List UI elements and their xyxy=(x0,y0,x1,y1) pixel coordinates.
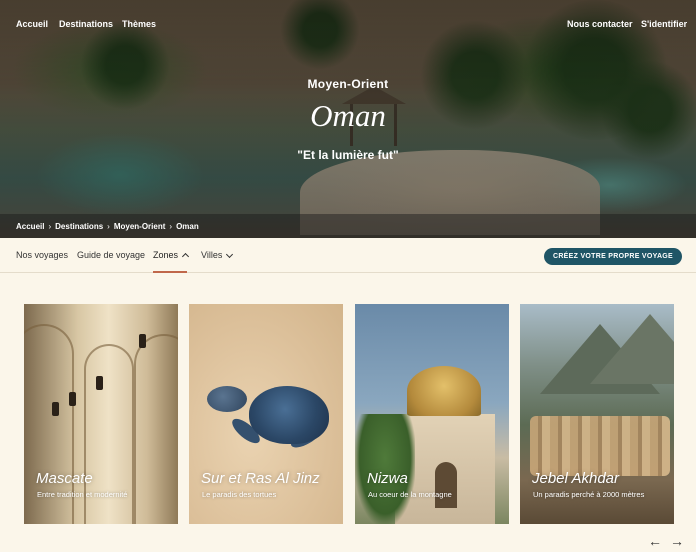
tab-guide-de-voyage[interactable]: Guide de voyage xyxy=(77,250,145,260)
tab-villes-label: Villes xyxy=(201,250,223,260)
breadcrumb: Accueil › Destinations › Moyen-Orient › … xyxy=(0,214,696,238)
card-title: Sur et Ras Al Jinz xyxy=(201,470,320,487)
chevron-right-icon: › xyxy=(107,221,110,231)
chevron-right-icon: › xyxy=(169,221,173,231)
page-title: Oman xyxy=(310,98,386,133)
chevron-right-icon: › xyxy=(48,221,52,231)
chevron-down-icon xyxy=(226,250,234,258)
active-tab-indicator xyxy=(153,271,187,273)
card-title: Jebel Akhdar xyxy=(532,470,619,487)
breadcrumb-oman: Oman xyxy=(176,221,199,231)
tab-zones[interactable]: Zones xyxy=(153,250,190,261)
card-subtitle: Le paradis des tortues xyxy=(202,490,277,499)
nav-destinations[interactable]: Destinations xyxy=(59,19,113,29)
arrow-right-icon[interactable]: → xyxy=(670,534,684,548)
breadcrumb-destinations[interactable]: Destinations xyxy=(55,222,103,231)
card-title: Nizwa xyxy=(367,470,408,487)
nav-contact[interactable]: Nous contacter xyxy=(567,19,633,29)
hero-region: Moyen-Orient xyxy=(307,77,389,91)
nav-themes[interactable]: Thèmes xyxy=(122,19,156,29)
tab-nos-voyages[interactable]: Nos voyages xyxy=(16,250,68,260)
zone-card-nizwa[interactable]: Nizwa Au coeur de la montagne xyxy=(355,304,509,524)
card-subtitle: Entre tradition et modernité xyxy=(37,490,128,499)
zone-card-mascate[interactable]: Mascate Entre tradition et modernité xyxy=(24,304,178,524)
nav-login[interactable]: S'identifier xyxy=(641,19,687,29)
tab-villes[interactable]: Villes xyxy=(201,250,234,260)
breadcrumb-moyen-orient[interactable]: Moyen-Orient xyxy=(114,222,166,231)
nav-accueil[interactable]: Accueil xyxy=(16,19,48,29)
chevron-up-icon xyxy=(181,253,190,261)
tab-zones-label: Zones xyxy=(153,250,179,260)
breadcrumb-accueil[interactable]: Accueil xyxy=(16,222,44,231)
arrow-left-icon[interactable]: ← xyxy=(648,534,662,548)
card-subtitle: Au coeur de la montagne xyxy=(368,490,452,499)
hero-banner: Accueil Destinations Thèmes Nous contact… xyxy=(0,0,696,238)
card-title: Mascate xyxy=(36,470,93,487)
zone-card-sur-ras-al-jinz[interactable]: Sur et Ras Al Jinz Le paradis des tortue… xyxy=(189,304,343,524)
hero-tagline: "Et la lumière fut" xyxy=(297,148,399,162)
card-subtitle: Un paradis perché à 2000 mètres xyxy=(533,490,645,499)
create-trip-button[interactable]: CRÉEZ VOTRE PROPRE VOYAGE xyxy=(544,248,682,265)
zone-card-jebel-akhdar[interactable]: Jebel Akhdar Un paradis perché à 2000 mè… xyxy=(520,304,674,524)
top-navigation: Accueil Destinations Thèmes Nous contact… xyxy=(0,19,696,33)
